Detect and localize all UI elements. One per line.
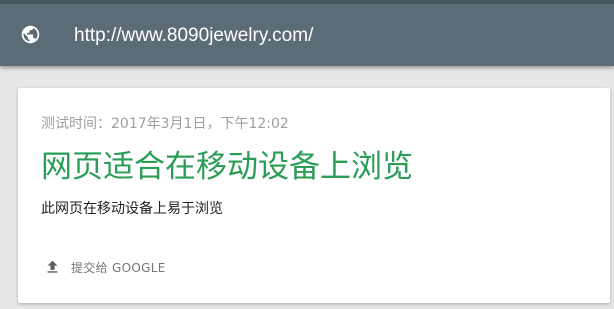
- globe-icon: [21, 25, 40, 44]
- url-text[interactable]: http://www.8090jewelry.com/: [74, 26, 313, 46]
- verdict-title: 网页适合在移动设备上浏览: [41, 149, 413, 185]
- test-timestamp: 测试时间：2017年3月1日，下午12:02: [41, 116, 289, 132]
- submit-to-google-button[interactable]: 提交给 GOOGLE: [44, 256, 166, 278]
- submit-label: 提交给 GOOGLE: [71, 260, 166, 275]
- verdict-description: 此网页在移动设备上易于浏览: [41, 201, 223, 217]
- upload-icon: [47, 260, 58, 273]
- address-bar: http://www.8090jewelry.com/: [0, 0, 614, 66]
- result-card: 测试时间：2017年3月1日，下午12:02 网页适合在移动设备上浏览 此网页在…: [18, 88, 610, 303]
